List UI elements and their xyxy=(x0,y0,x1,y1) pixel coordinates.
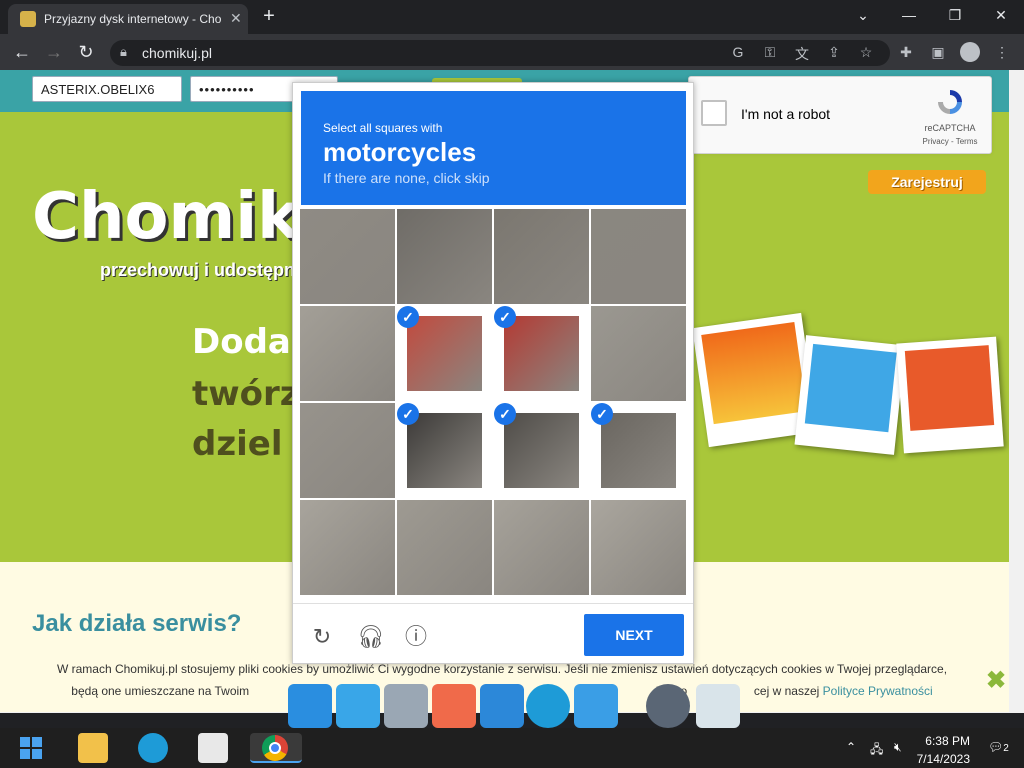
captcha-tile[interactable] xyxy=(300,500,395,595)
chrome-taskbar-icon[interactable] xyxy=(250,733,302,763)
recaptcha-brand: reCAPTCHA xyxy=(924,123,976,133)
edge-icon[interactable] xyxy=(526,684,570,728)
captcha-tile[interactable]: ✓ xyxy=(591,403,686,498)
network-tray-icon[interactable]: 🖧 xyxy=(870,740,883,761)
profile-avatar[interactable] xyxy=(960,42,980,62)
next-button[interactable]: NEXT xyxy=(584,614,684,656)
network-icon[interactable] xyxy=(336,684,380,728)
captcha-tile[interactable] xyxy=(591,306,686,401)
start-icon[interactable] xyxy=(16,733,46,763)
recaptcha-checkbox[interactable] xyxy=(701,100,727,126)
restore-icon[interactable]: ❐ xyxy=(932,4,978,28)
cookie-close-icon[interactable]: ✖ xyxy=(986,666,1006,695)
challenge-header: Select all squares with motorcycles If t… xyxy=(301,91,686,205)
captcha-tile[interactable] xyxy=(591,500,686,595)
vertical-scrollbar[interactable] xyxy=(1009,70,1024,713)
notification-icon[interactable]: 💬︎2 xyxy=(988,740,1009,754)
recycle-bin-icon[interactable] xyxy=(696,684,740,728)
captcha-tile[interactable] xyxy=(494,500,589,595)
headline-line-2: twórz xyxy=(192,374,300,414)
challenge-instruction: Select all squares with xyxy=(323,121,443,135)
selected-check-icon: ✓ xyxy=(397,306,419,328)
challenge-footer: ↻ 🎧︎ ⓘ NEXT xyxy=(293,603,693,664)
privacy-policy-link[interactable]: Polityce Prywatności xyxy=(823,684,933,698)
reload-icon[interactable]: ↻ xyxy=(74,42,98,64)
volume-tray-icon[interactable]: 🔇︎ xyxy=(894,740,902,755)
app-dock xyxy=(282,676,746,736)
star-icon[interactable]: ☆ xyxy=(856,44,876,62)
key-icon[interactable]: ⚿ xyxy=(760,44,780,62)
dashboard-icon[interactable] xyxy=(574,684,618,728)
tray-chevron-icon[interactable]: ⌃ xyxy=(846,740,856,754)
browser-tab[interactable]: Przyjazny dysk internetowy - Cho ✕ xyxy=(8,4,248,34)
photos-icon[interactable] xyxy=(480,684,524,728)
side-panel-icon[interactable]: ▣ xyxy=(928,44,948,62)
new-tab-button[interactable]: + xyxy=(258,6,280,28)
url-text[interactable]: chomikuj.pl xyxy=(142,45,212,61)
clock-time[interactable]: 6:38 PM xyxy=(920,734,970,748)
reload-challenge-icon[interactable]: ↻ xyxy=(309,624,335,650)
captcha-tile[interactable]: ✓ xyxy=(494,306,589,401)
back-icon[interactable]: ← xyxy=(10,42,34,64)
captcha-tile[interactable] xyxy=(397,500,492,595)
challenge-grid: ✓ ✓ ✓ ✓ ✓ xyxy=(300,209,686,597)
extensions-icon[interactable]: ✚ xyxy=(896,44,916,62)
share-icon[interactable]: ⇪ xyxy=(824,44,844,62)
recaptcha-label: I'm not a robot xyxy=(741,106,831,122)
captcha-tile[interactable]: ✓ xyxy=(397,403,492,498)
recaptcha-widget: I'm not a robot reCAPTCHA Privacy - Term… xyxy=(688,76,992,154)
recaptcha-terms[interactable]: Privacy - Terms xyxy=(915,137,985,146)
captcha-tile[interactable] xyxy=(300,403,395,498)
captcha-tile[interactable]: ✓ xyxy=(494,403,589,498)
site-tagline: przechowuj i udostępni xyxy=(100,260,301,280)
recaptcha-logo-icon xyxy=(938,90,962,114)
register-button[interactable]: Zarejestruj xyxy=(868,170,986,194)
selected-check-icon: ✓ xyxy=(591,403,613,425)
settings-gear-icon[interactable] xyxy=(646,684,690,728)
close-icon[interactable]: ✕ xyxy=(978,4,1024,28)
selected-check-icon: ✓ xyxy=(494,306,516,328)
recaptcha-challenge: Select all squares with motorcycles If t… xyxy=(292,82,694,664)
lock-icon[interactable]: 🔒︎ xyxy=(120,44,127,60)
menu-icon[interactable]: ⋮ xyxy=(992,44,1012,62)
chevron-down-icon[interactable]: ⌄ xyxy=(840,4,886,28)
captcha-tile[interactable] xyxy=(300,209,395,304)
tab-title: Przyjazny dysk internetowy - Cho xyxy=(44,12,222,26)
audio-challenge-icon[interactable]: 🎧︎ xyxy=(357,624,385,650)
username-field[interactable]: ASTERIX.OBELIX6 xyxy=(32,76,182,102)
captcha-tile[interactable] xyxy=(591,209,686,304)
challenge-target: motorcycles xyxy=(323,137,477,167)
music-icon[interactable] xyxy=(432,684,476,728)
store-icon[interactable] xyxy=(198,733,228,763)
decorative-photo xyxy=(794,335,906,455)
selected-check-icon: ✓ xyxy=(397,403,419,425)
clock-date[interactable]: 7/14/2023 xyxy=(912,752,970,766)
challenge-hint: If there are none, click skip xyxy=(323,170,490,186)
file-explorer-icon[interactable] xyxy=(78,733,108,763)
translate-icon[interactable]: 文 xyxy=(792,44,812,62)
decorative-photo xyxy=(896,336,1004,454)
forward-icon[interactable]: → xyxy=(42,42,66,64)
selected-check-icon: ✓ xyxy=(494,403,516,425)
captcha-tile[interactable] xyxy=(397,209,492,304)
documents-icon[interactable] xyxy=(384,684,428,728)
section-title: Jak działa serwis? xyxy=(32,610,242,637)
edge-taskbar-icon[interactable] xyxy=(138,733,168,763)
monitor-icon[interactable] xyxy=(288,684,332,728)
minimize-icon[interactable]: — xyxy=(886,4,932,28)
captcha-tile[interactable] xyxy=(494,209,589,304)
google-icon[interactable]: G xyxy=(728,44,748,62)
captcha-tile[interactable]: ✓ xyxy=(397,306,492,401)
site-favicon xyxy=(20,11,36,27)
captcha-tile[interactable] xyxy=(300,306,395,401)
info-icon[interactable]: ⓘ xyxy=(403,624,429,650)
tab-close-icon[interactable]: ✕ xyxy=(230,10,242,27)
